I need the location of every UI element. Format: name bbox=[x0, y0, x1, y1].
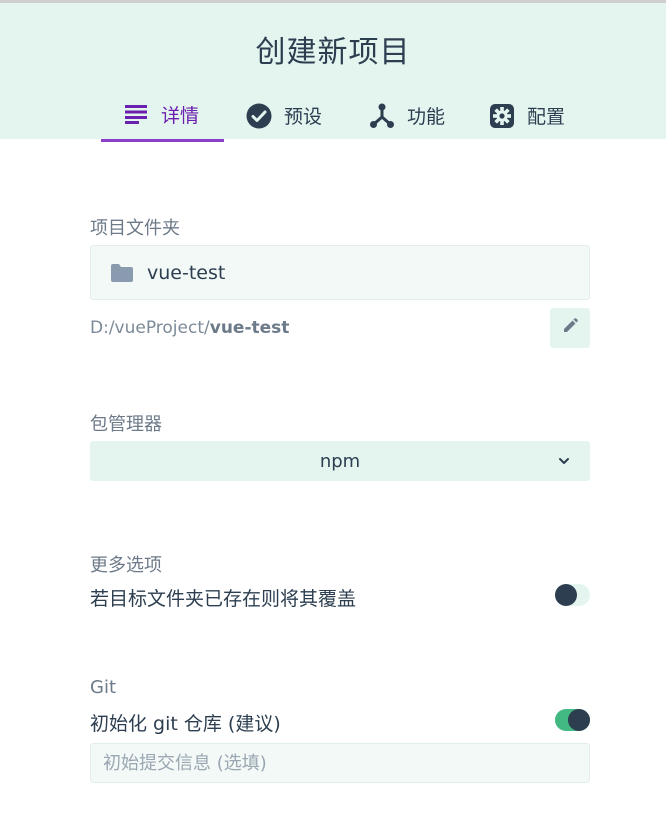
tab-label: 预设 bbox=[284, 106, 323, 128]
overwrite-toggle[interactable] bbox=[555, 584, 590, 606]
pencil-icon bbox=[562, 318, 578, 338]
more-options-label: 更多选项 bbox=[90, 555, 162, 576]
chevron-down-icon bbox=[556, 453, 572, 469]
git-label: Git bbox=[90, 677, 117, 698]
tab-features[interactable]: 功能 bbox=[347, 89, 467, 142]
project-folder-label: 项目文件夹 bbox=[90, 218, 180, 239]
project-path-name: vue-test bbox=[209, 318, 290, 338]
git-init-label: 初始化 git 仓库 (建议) bbox=[90, 713, 281, 735]
header: 创建新项目 详情 预设 功能 配置 bbox=[0, 0, 666, 142]
package-manager-select[interactable]: npm bbox=[90, 441, 590, 481]
toggle-knob bbox=[555, 584, 577, 606]
tab-label: 配置 bbox=[527, 106, 566, 128]
package-manager-value: npm bbox=[319, 450, 361, 472]
commit-message-input[interactable] bbox=[90, 743, 590, 783]
gear-icon bbox=[489, 103, 515, 129]
toggle-knob bbox=[568, 709, 590, 731]
check-circle-icon bbox=[246, 103, 272, 129]
project-folder-value: vue-test bbox=[147, 261, 226, 284]
project-path-prefix: D:/vueProject/ bbox=[90, 318, 210, 338]
tab-bar: 详情 预设 功能 配置 bbox=[101, 89, 587, 142]
project-path: D:/vueProject/vue-test bbox=[90, 318, 289, 338]
folder-icon bbox=[111, 263, 133, 282]
edit-path-button[interactable] bbox=[550, 308, 590, 348]
package-manager-label: 包管理器 bbox=[90, 414, 162, 435]
page-title: 创建新项目 bbox=[255, 35, 411, 70]
tab-details[interactable]: 详情 bbox=[101, 89, 224, 142]
tab-config[interactable]: 配置 bbox=[467, 89, 587, 142]
tab-label: 详情 bbox=[161, 104, 200, 127]
git-init-toggle[interactable] bbox=[555, 709, 590, 731]
overwrite-label: 若目标文件夹已存在则将其覆盖 bbox=[90, 588, 357, 610]
project-folder-field[interactable]: vue-test bbox=[90, 245, 590, 300]
tab-label: 功能 bbox=[407, 106, 446, 128]
fork-icon bbox=[369, 103, 395, 129]
list-icon bbox=[123, 101, 149, 127]
tab-presets[interactable]: 预设 bbox=[224, 89, 347, 142]
